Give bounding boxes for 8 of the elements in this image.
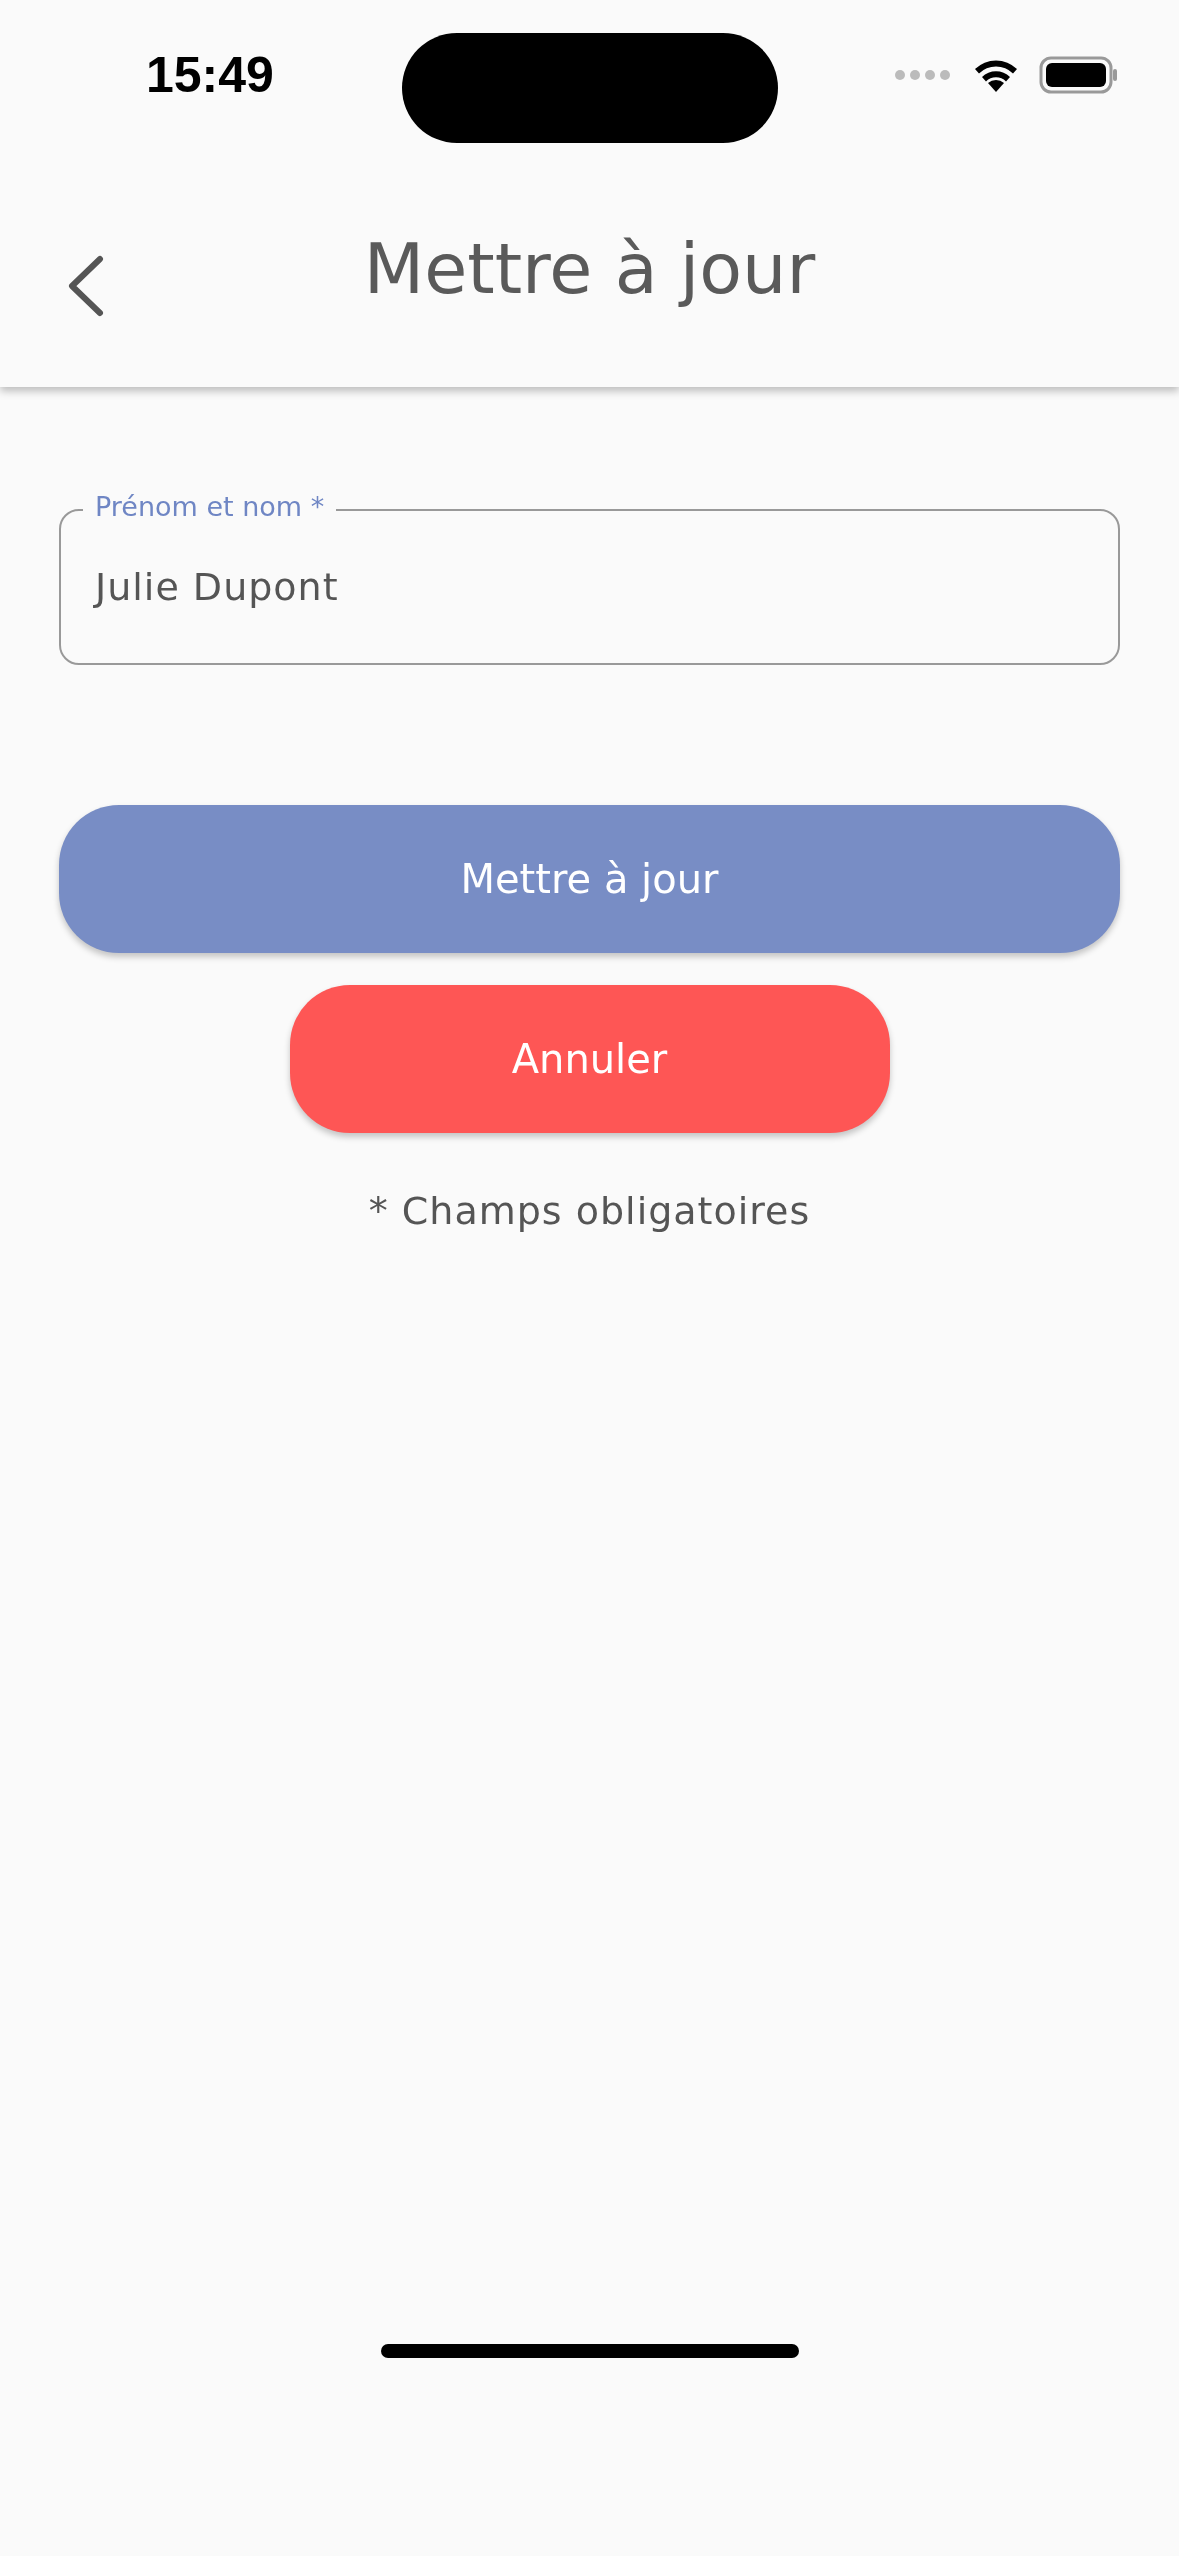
- page-title: Mettre à jour: [363, 227, 816, 310]
- status-time: 15:49: [146, 46, 274, 104]
- required-note: * Champs obligatoires: [367, 1189, 812, 1233]
- battery-icon: [1039, 56, 1119, 94]
- signal-icon: [893, 68, 953, 82]
- back-icon[interactable]: [66, 255, 106, 317]
- update-button[interactable]: Mettre à jour: [59, 805, 1120, 953]
- cancel-button[interactable]: Annuler: [289, 985, 890, 1133]
